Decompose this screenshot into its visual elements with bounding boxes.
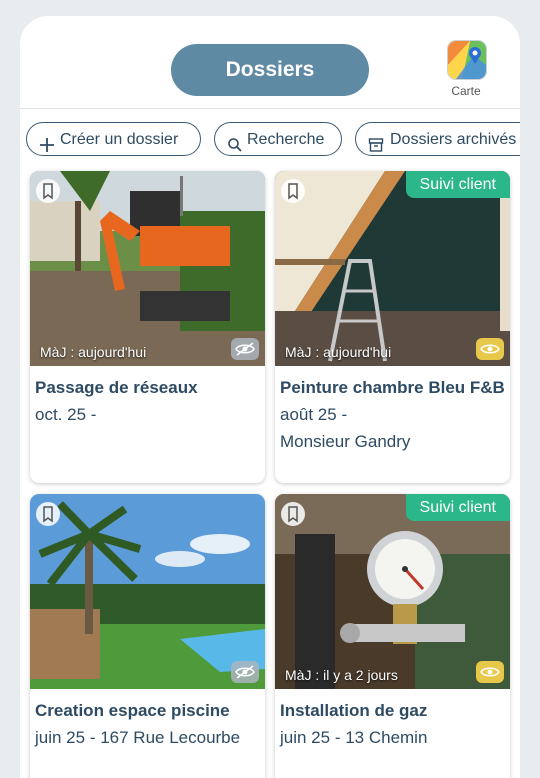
map-label: Carte: [451, 84, 481, 98]
folder-info: Peinture chambre Bleu F&B août 25 - Mons…: [275, 366, 510, 455]
updated-label: MàJ : il y a 2 jours: [285, 667, 398, 683]
status-badge: Suivi client: [405, 171, 510, 198]
filter-bar: Créer un dossier Recherche Dossiers arch…: [20, 122, 520, 160]
folder-photo: Suivi client MàJ : aujourd'hui: [275, 171, 510, 366]
folder-title: Installation de gaz: [280, 701, 428, 720]
archive-icon: [368, 132, 384, 152]
folder-card[interactable]: Suivi client MàJ : aujourd'hui Peinture …: [275, 171, 510, 483]
search-icon: [227, 132, 243, 152]
map-button[interactable]: Carte: [444, 40, 488, 102]
folder-card[interactable]: Suivi client MàJ : il y a 2 jours Instal…: [275, 494, 510, 778]
bookmark-icon[interactable]: [36, 502, 60, 526]
bookmark-icon[interactable]: [281, 502, 305, 526]
folder-photo: MàJ : aujourd'hui: [30, 171, 265, 366]
updated-label: MàJ : aujourd'hui: [40, 344, 147, 360]
search-button[interactable]: Recherche: [214, 122, 342, 156]
eye-icon[interactable]: [476, 338, 504, 360]
folder-info: Passage de réseaux oct. 25 -: [30, 366, 265, 428]
app-screen: Dossiers Carte Créer un dossier Recherch…: [20, 16, 520, 778]
eye-icon[interactable]: [476, 661, 504, 683]
bookmark-icon[interactable]: [281, 179, 305, 203]
folder-date: août 25 -: [280, 405, 348, 424]
folder-date: oct. 25 -: [35, 405, 97, 424]
folder-card[interactable]: Creation espace piscine juin 25 - 167 Ru…: [30, 494, 265, 778]
folder-info: Creation espace piscine juin 25 - 167 Ru…: [30, 689, 265, 751]
bookmark-icon[interactable]: [36, 179, 60, 203]
create-folder-button[interactable]: Créer un dossier: [26, 122, 201, 156]
create-folder-label: Créer un dossier: [60, 131, 179, 148]
folder-title: Creation espace piscine: [35, 701, 230, 720]
archived-folders-button[interactable]: Dossiers archivés: [355, 122, 520, 156]
folder-client: Monsieur Gandry: [280, 432, 411, 451]
status-badge: Suivi client: [405, 494, 510, 521]
folder-card[interactable]: MàJ : aujourd'hui Passage de réseaux oct…: [30, 171, 265, 483]
folder-info: Installation de gaz juin 25 - 13 Chemin: [275, 689, 510, 751]
plus-icon: [39, 132, 55, 152]
archived-folders-label: Dossiers archivés: [390, 131, 517, 148]
updated-label: MàJ : aujourd'hui: [285, 344, 392, 360]
folder-date: juin 25 - 167 Rue Lecourbe: [35, 728, 241, 747]
folder-title: Passage de réseaux: [35, 378, 198, 397]
map-icon: [447, 40, 487, 80]
folder-photo: [30, 494, 265, 689]
search-label: Recherche: [247, 131, 325, 148]
folder-title: Peinture chambre Bleu F&B: [280, 378, 505, 397]
header: Dossiers Carte: [20, 16, 520, 109]
page-title[interactable]: Dossiers: [171, 44, 369, 96]
folder-date: juin 25 - 13 Chemin: [280, 728, 428, 747]
folder-photo: Suivi client MàJ : il y a 2 jours: [275, 494, 510, 689]
eye-off-icon[interactable]: [231, 338, 259, 360]
eye-off-icon[interactable]: [231, 661, 259, 683]
